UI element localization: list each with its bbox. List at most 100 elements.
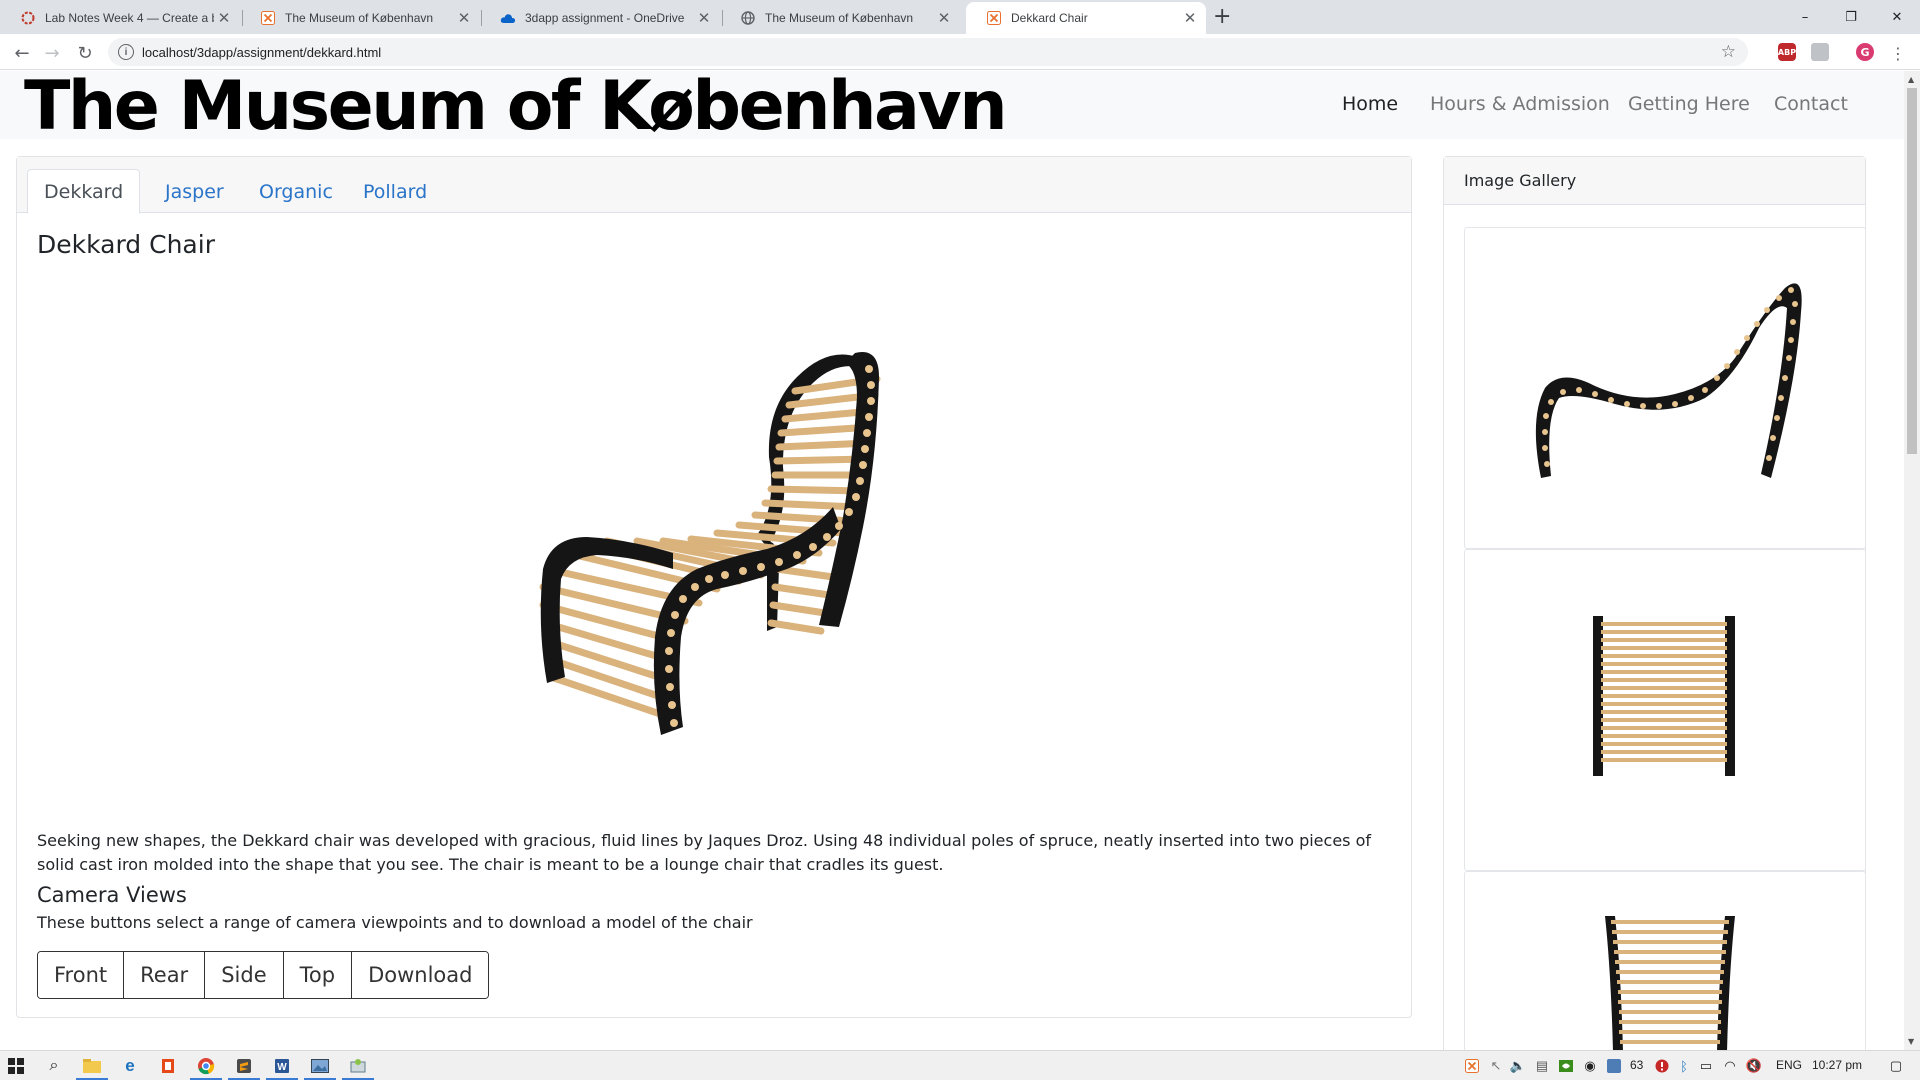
scrollbar-thumb[interactable]: [1907, 88, 1917, 454]
address-bar[interactable]: i localhost/3dapp/assignment/dekkard.htm…: [108, 38, 1748, 66]
forward-arrow-icon[interactable]: →: [40, 41, 64, 65]
scroll-up-arrow-icon[interactable]: ▲: [1908, 75, 1914, 84]
nav-getting-here[interactable]: Getting Here: [1628, 93, 1750, 115]
close-tab-icon[interactable]: ✕: [454, 9, 474, 27]
page-scrollbar[interactable]: ▲ ▼: [1904, 71, 1920, 1050]
windows-taskbar: ⌕ e W ↖ 🔈 ▤ ◉ 63 ᛒ ▭ ◠ 🔇 ENG 10:27 pm ▢: [0, 1050, 1920, 1080]
model-tabs: Dekkard Jasper Organic Pollard: [17, 157, 1411, 214]
close-tab-icon[interactable]: ✕: [214, 9, 234, 27]
site-brand[interactable]: The Museum of København: [24, 71, 1008, 146]
menu-kebab-icon[interactable]: ⋮: [1886, 41, 1910, 65]
browser-tab-lab-notes[interactable]: Lab Notes Week 4 — Create a ba ✕: [0, 2, 240, 34]
browser-tab-title: The Museum of København: [765, 11, 914, 25]
tab-organic[interactable]: Organic: [243, 169, 349, 214]
scroll-down-arrow-icon[interactable]: ▼: [1908, 1037, 1914, 1046]
xampp-tray-icon[interactable]: [1462, 1056, 1482, 1076]
onedrive-icon: [500, 10, 516, 26]
speaker-tray-icon[interactable]: 🔈: [1508, 1056, 1528, 1076]
alert-tray-icon[interactable]: [1652, 1056, 1672, 1076]
camera-views-heading: Camera Views: [37, 883, 187, 907]
bookmark-star-icon[interactable]: ☆: [1721, 42, 1736, 62]
back-arrow-icon[interactable]: ←: [10, 41, 34, 65]
chair-model: [539, 352, 881, 735]
browser-tab-strip: Lab Notes Week 4 — Create a ba ✕ The Mus…: [0, 0, 1920, 34]
word-icon[interactable]: W: [272, 1056, 292, 1076]
browser-tab-title: Dekkard Chair: [1011, 11, 1088, 25]
chair-3d-viewer[interactable]: [477, 307, 997, 767]
battery-tray-icon[interactable]: ▭: [1696, 1056, 1716, 1076]
nvidia-tray-icon[interactable]: [1556, 1056, 1576, 1076]
camera-button-group: Front Rear Side Top Download: [37, 951, 490, 999]
bluetooth-tray-icon[interactable]: ᛒ: [1674, 1056, 1694, 1076]
rear-view-button[interactable]: Rear: [124, 952, 206, 998]
network-tool-icon[interactable]: [348, 1056, 368, 1076]
octopus-icon: [20, 10, 36, 26]
gallery-thumbnail-top[interactable]: [1464, 871, 1866, 1050]
reload-icon[interactable]: ↻: [73, 41, 97, 65]
model-title: Dekkard Chair: [37, 230, 215, 259]
xampp-icon: [986, 10, 1002, 26]
download-button[interactable]: Download: [352, 952, 489, 998]
adblock-icon[interactable]: ABP: [1778, 43, 1796, 61]
close-tab-icon[interactable]: ✕: [694, 9, 714, 27]
restore-button[interactable]: ❐: [1828, 0, 1874, 34]
model-card: Dekkard Jasper Organic Pollard Dekkard C…: [16, 156, 1412, 1018]
site-navbar: The Museum of København Home Hours & Adm…: [0, 71, 1904, 146]
tab-jasper[interactable]: Jasper: [149, 169, 240, 214]
search-icon[interactable]: ⌕: [44, 1056, 64, 1076]
page-viewport: The Museum of København Home Hours & Adm…: [0, 71, 1904, 1050]
tab-pollard[interactable]: Pollard: [347, 169, 443, 214]
steam-tray-icon[interactable]: ◉: [1580, 1056, 1600, 1076]
chair-top-render: [1605, 916, 1735, 1050]
browser-tab-dekkard[interactable]: Dekkard Chair ✕: [966, 2, 1206, 34]
browser-tab-museum[interactable]: The Museum of København ✕: [240, 2, 480, 34]
url-text: localhost/3dapp/assignment/dekkard.html: [142, 44, 382, 60]
minimize-button[interactable]: –: [1782, 0, 1828, 34]
chair-front-render: [1593, 616, 1735, 776]
browser-tab-title: 3dapp assignment - OneDrive: [525, 11, 685, 25]
browser-tab-museum-2[interactable]: The Museum of København ✕: [720, 2, 960, 34]
svg-text:W: W: [277, 1062, 287, 1073]
windows-start-icon[interactable]: [6, 1056, 26, 1076]
clock[interactable]: 10:27 pm: [1812, 1058, 1862, 1072]
keyboard-tray-icon[interactable]: ▤: [1532, 1056, 1552, 1076]
nav-contact[interactable]: Contact: [1774, 93, 1848, 115]
front-view-button[interactable]: Front: [38, 952, 125, 998]
edge-icon[interactable]: e: [120, 1056, 140, 1076]
new-tab-button[interactable]: +: [1213, 4, 1231, 29]
office-icon[interactable]: [158, 1056, 178, 1076]
top-view-button[interactable]: Top: [283, 952, 353, 998]
notifications-icon[interactable]: ▢: [1886, 1056, 1906, 1076]
gallery-thumbnail-side[interactable]: [1464, 227, 1866, 549]
nav-hours-admission[interactable]: Hours & Admission: [1430, 93, 1610, 115]
close-window-button[interactable]: ✕: [1874, 0, 1920, 34]
gallery-thumbnail-front[interactable]: [1464, 549, 1866, 871]
sublime-text-icon[interactable]: [234, 1056, 254, 1076]
side-view-button[interactable]: Side: [205, 952, 284, 998]
xampp-icon: [260, 10, 276, 26]
browser-tab-title: Lab Notes Week 4 — Create a ba: [45, 11, 214, 25]
extension-icon[interactable]: [1811, 43, 1829, 61]
volume-muted-tray-icon[interactable]: 🔇: [1744, 1056, 1764, 1076]
language-indicator[interactable]: ENG: [1776, 1058, 1802, 1072]
wifi-tray-icon[interactable]: ◠: [1720, 1056, 1740, 1076]
info-icon[interactable]: i: [118, 44, 134, 60]
app-tray-icon[interactable]: [1604, 1056, 1624, 1076]
model-description: Seeking new shapes, the Dekkard chair wa…: [37, 831, 1371, 874]
close-tab-icon[interactable]: ✕: [934, 9, 954, 27]
tab-dekkard[interactable]: Dekkard: [27, 169, 141, 214]
nav-home[interactable]: Home: [1342, 93, 1398, 115]
chrome-icon[interactable]: [196, 1056, 216, 1076]
image-gallery-card: Image Gallery: [1443, 156, 1866, 1050]
browser-tab-onedrive[interactable]: 3dapp assignment - OneDrive ✕: [480, 2, 720, 34]
globe-icon: [740, 10, 756, 26]
browser-tab-title: The Museum of København: [285, 11, 434, 25]
image-viewer-icon[interactable]: [310, 1056, 330, 1076]
close-tab-icon[interactable]: ✕: [1180, 9, 1200, 27]
tray-count-badge: 63: [1630, 1058, 1644, 1072]
profile-avatar[interactable]: G: [1856, 43, 1874, 61]
camera-views-text: These buttons select a range of camera v…: [37, 913, 753, 932]
gallery-title: Image Gallery: [1444, 157, 1865, 205]
file-explorer-icon[interactable]: [82, 1056, 102, 1076]
pointer-tray-icon[interactable]: ↖: [1486, 1056, 1506, 1076]
